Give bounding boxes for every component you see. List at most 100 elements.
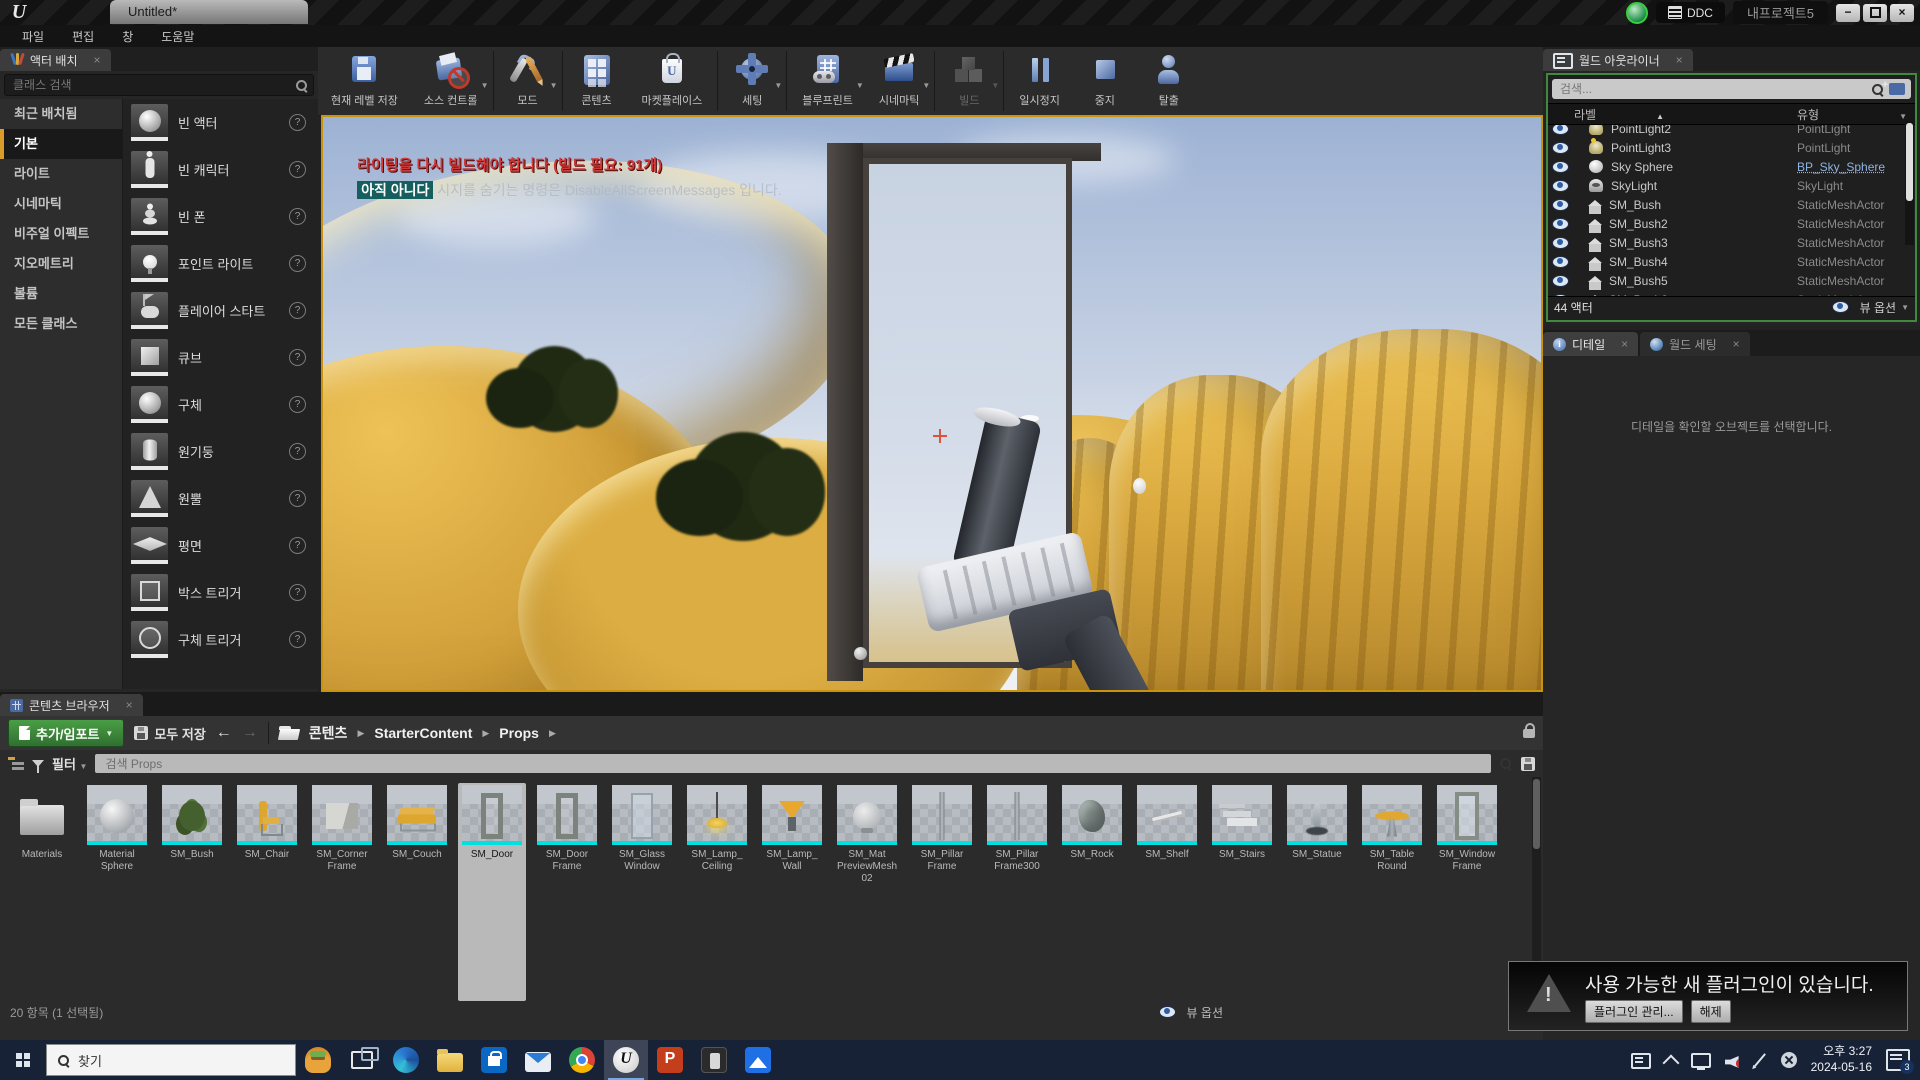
asset-tile[interactable]: SM_Pillar Frame [908, 783, 976, 1001]
tray-network-icon[interactable] [1691, 1053, 1711, 1068]
outliner-row[interactable]: SM_BushStaticMeshActor [1548, 195, 1915, 214]
taskbar-app-chrome[interactable] [560, 1040, 604, 1080]
minimize-button[interactable]: − [1836, 4, 1860, 22]
visibility-eye-icon[interactable] [1552, 161, 1569, 173]
add-import-button[interactable]: 추가/임포트 ▼ [8, 719, 124, 747]
taskbar-app-file-explorer[interactable] [428, 1040, 472, 1080]
taskbar-app-powerpoint[interactable] [648, 1040, 692, 1080]
tab-world-settings[interactable]: 월드 세팅 × [1640, 332, 1750, 356]
restore-button[interactable] [1863, 4, 1887, 22]
outliner-scrollbar[interactable] [1905, 121, 1914, 245]
visibility-eye-icon[interactable] [1552, 125, 1569, 135]
asset-tile[interactable]: SM_Statue [1283, 783, 1351, 1001]
outliner-row[interactable]: SM_Bush2StaticMeshActor [1548, 214, 1915, 233]
placeable-actor-row[interactable]: 빈 액터? [123, 99, 318, 146]
sources-panel-icon[interactable] [8, 757, 24, 770]
suppress-link[interactable]: 아직 아니다 [357, 181, 433, 199]
close-tab-icon[interactable]: × [126, 698, 133, 712]
close-tab-icon[interactable]: × [1621, 337, 1628, 351]
dropdown-arrow-icon[interactable]: ▼ [922, 81, 930, 90]
help-icon[interactable]: ? [289, 537, 306, 554]
marketplace-button[interactable]: 마켓플레이스 [629, 47, 716, 115]
taskbar-app-store[interactable] [472, 1040, 516, 1080]
asset-tile[interactable]: SM_Mat PreviewMesh 02 [833, 783, 901, 1001]
visibility-eye-icon[interactable] [1552, 256, 1569, 268]
asset-tile[interactable]: Materials [8, 783, 76, 1001]
visibility-eye-icon[interactable] [1552, 237, 1569, 249]
asset-tile[interactable]: SM_Rock [1058, 783, 1126, 1001]
outliner-row[interactable]: Sky SphereBP_Sky_Sphere [1548, 157, 1915, 176]
placeable-actor-row[interactable]: 원기둥? [123, 428, 318, 475]
start-button[interactable] [0, 1040, 46, 1080]
asset-tile[interactable]: SM_Chair [233, 783, 301, 1001]
placeable-actor-row[interactable]: 원뿔? [123, 475, 318, 522]
asset-tile[interactable]: SM_Table Round [1358, 783, 1426, 1001]
tray-widgets-icon[interactable] [1631, 1053, 1651, 1069]
manage-plugins-button[interactable]: 플러그인 관리... [1585, 1000, 1683, 1023]
column-label[interactable]: 라벨▲ [1548, 106, 1797, 123]
asset-tile[interactable]: SM_Lamp_ Ceiling [683, 783, 751, 1001]
asset-tile[interactable]: SM_Corner Frame [308, 783, 376, 1001]
asset-search-input[interactable] [103, 756, 1483, 772]
taskbar-app-weather-widget[interactable] [296, 1040, 340, 1080]
placeable-actor-row[interactable]: 구체? [123, 381, 318, 428]
build-button[interactable]: ▼빌드 [937, 47, 1001, 115]
dropdown-arrow-icon[interactable]: ▼ [991, 81, 999, 90]
breadcrumb-item-0[interactable]: 콘텐츠 [309, 723, 348, 743]
visibility-eye-icon[interactable] [1552, 294, 1569, 297]
taskbar-clock[interactable]: 오후 3:27 2024-05-16 [1811, 1044, 1872, 1075]
actor-category-비주얼 이펙트[interactable]: 비주얼 이펙트 [0, 219, 122, 249]
tab-content-browser[interactable]: 콘텐츠 브라우저 × [0, 694, 143, 716]
outliner-row[interactable]: PointLight2PointLight [1548, 125, 1915, 138]
asset-tile[interactable]: SM_Door Frame [533, 783, 601, 1001]
placeable-actor-row[interactable]: 박스 트리거? [123, 569, 318, 616]
pause-button[interactable]: 일시정지 [1006, 47, 1072, 115]
help-icon[interactable]: ? [289, 443, 306, 460]
help-icon[interactable]: ? [289, 490, 306, 507]
breadcrumb-item-1[interactable]: StarterContent [374, 725, 472, 741]
placeable-actor-row[interactable]: 평면? [123, 522, 318, 569]
actor-category-지오메트리[interactable]: 지오메트리 [0, 249, 122, 279]
breadcrumb-item-2[interactable]: Props [499, 725, 539, 741]
actor-category-최근 배치됨[interactable]: 최근 배치됨 [0, 99, 122, 129]
outliner-search-field[interactable] [1552, 79, 1911, 99]
taskbar-app-photos[interactable] [736, 1040, 780, 1080]
eject-button[interactable]: 탈출 [1137, 47, 1201, 115]
taskbar-app-mail[interactable] [516, 1040, 560, 1080]
actor-category-기본[interactable]: 기본 [0, 129, 122, 159]
help-icon[interactable]: ? [289, 161, 306, 178]
asset-tile[interactable]: SM_Couch [383, 783, 451, 1001]
outliner-row[interactable]: PointLight3PointLight [1548, 138, 1915, 157]
dismiss-button[interactable]: 해제 [1691, 1000, 1731, 1023]
stop-button[interactable]: 중지 [1073, 47, 1137, 115]
taskbar-app-unreal-editor[interactable] [604, 1040, 648, 1080]
outliner-row[interactable]: SM_Bush5StaticMeshActor [1548, 271, 1915, 290]
modes-button[interactable]: ▼모드 [496, 47, 560, 115]
source-control-button[interactable]: ▼소스 컨트롤 [411, 47, 491, 115]
taskbar-search[interactable]: 찾기 [46, 1044, 296, 1076]
asset-tile[interactable]: SM_Pillar Frame300 [983, 783, 1051, 1001]
forward-button[interactable]: → [242, 724, 258, 742]
close-button[interactable]: × [1890, 4, 1914, 22]
cb-view-options[interactable]: 뷰 옵션 [1155, 1004, 1223, 1021]
placeable-actor-row[interactable]: 구체 트리거? [123, 616, 318, 663]
settings-button[interactable]: ▼세팅 [720, 47, 784, 115]
outliner-search-input[interactable] [1558, 81, 1871, 97]
blueprints-button[interactable]: ▼블루프린트 [789, 47, 866, 115]
asset-tile[interactable]: SM_Shelf [1133, 783, 1201, 1001]
help-icon[interactable]: ? [289, 302, 306, 319]
tray-volume-muted-icon[interactable] [1725, 1056, 1739, 1068]
help-icon[interactable]: ? [289, 208, 306, 225]
dropdown-arrow-icon[interactable]: ▼ [774, 81, 782, 90]
back-button[interactable]: ← [216, 724, 232, 742]
asset-tile[interactable]: SM_Lamp_ Wall [758, 783, 826, 1001]
tray-cross-circle-icon[interactable] [1781, 1052, 1797, 1068]
actor-category-모든 클래스[interactable]: 모든 클래스 [0, 309, 122, 339]
dropdown-arrow-icon[interactable]: ▼ [550, 81, 558, 90]
placeable-actor-row[interactable]: 플레이어 스타트? [123, 287, 318, 334]
new-folder-icon[interactable] [1889, 83, 1905, 95]
taskbar-app-task-view[interactable] [340, 1040, 384, 1080]
help-icon[interactable]: ? [289, 255, 306, 272]
outliner-view-options[interactable]: 뷰 옵션▼ [1828, 299, 1909, 316]
tray-pen-icon[interactable] [1754, 1053, 1766, 1067]
